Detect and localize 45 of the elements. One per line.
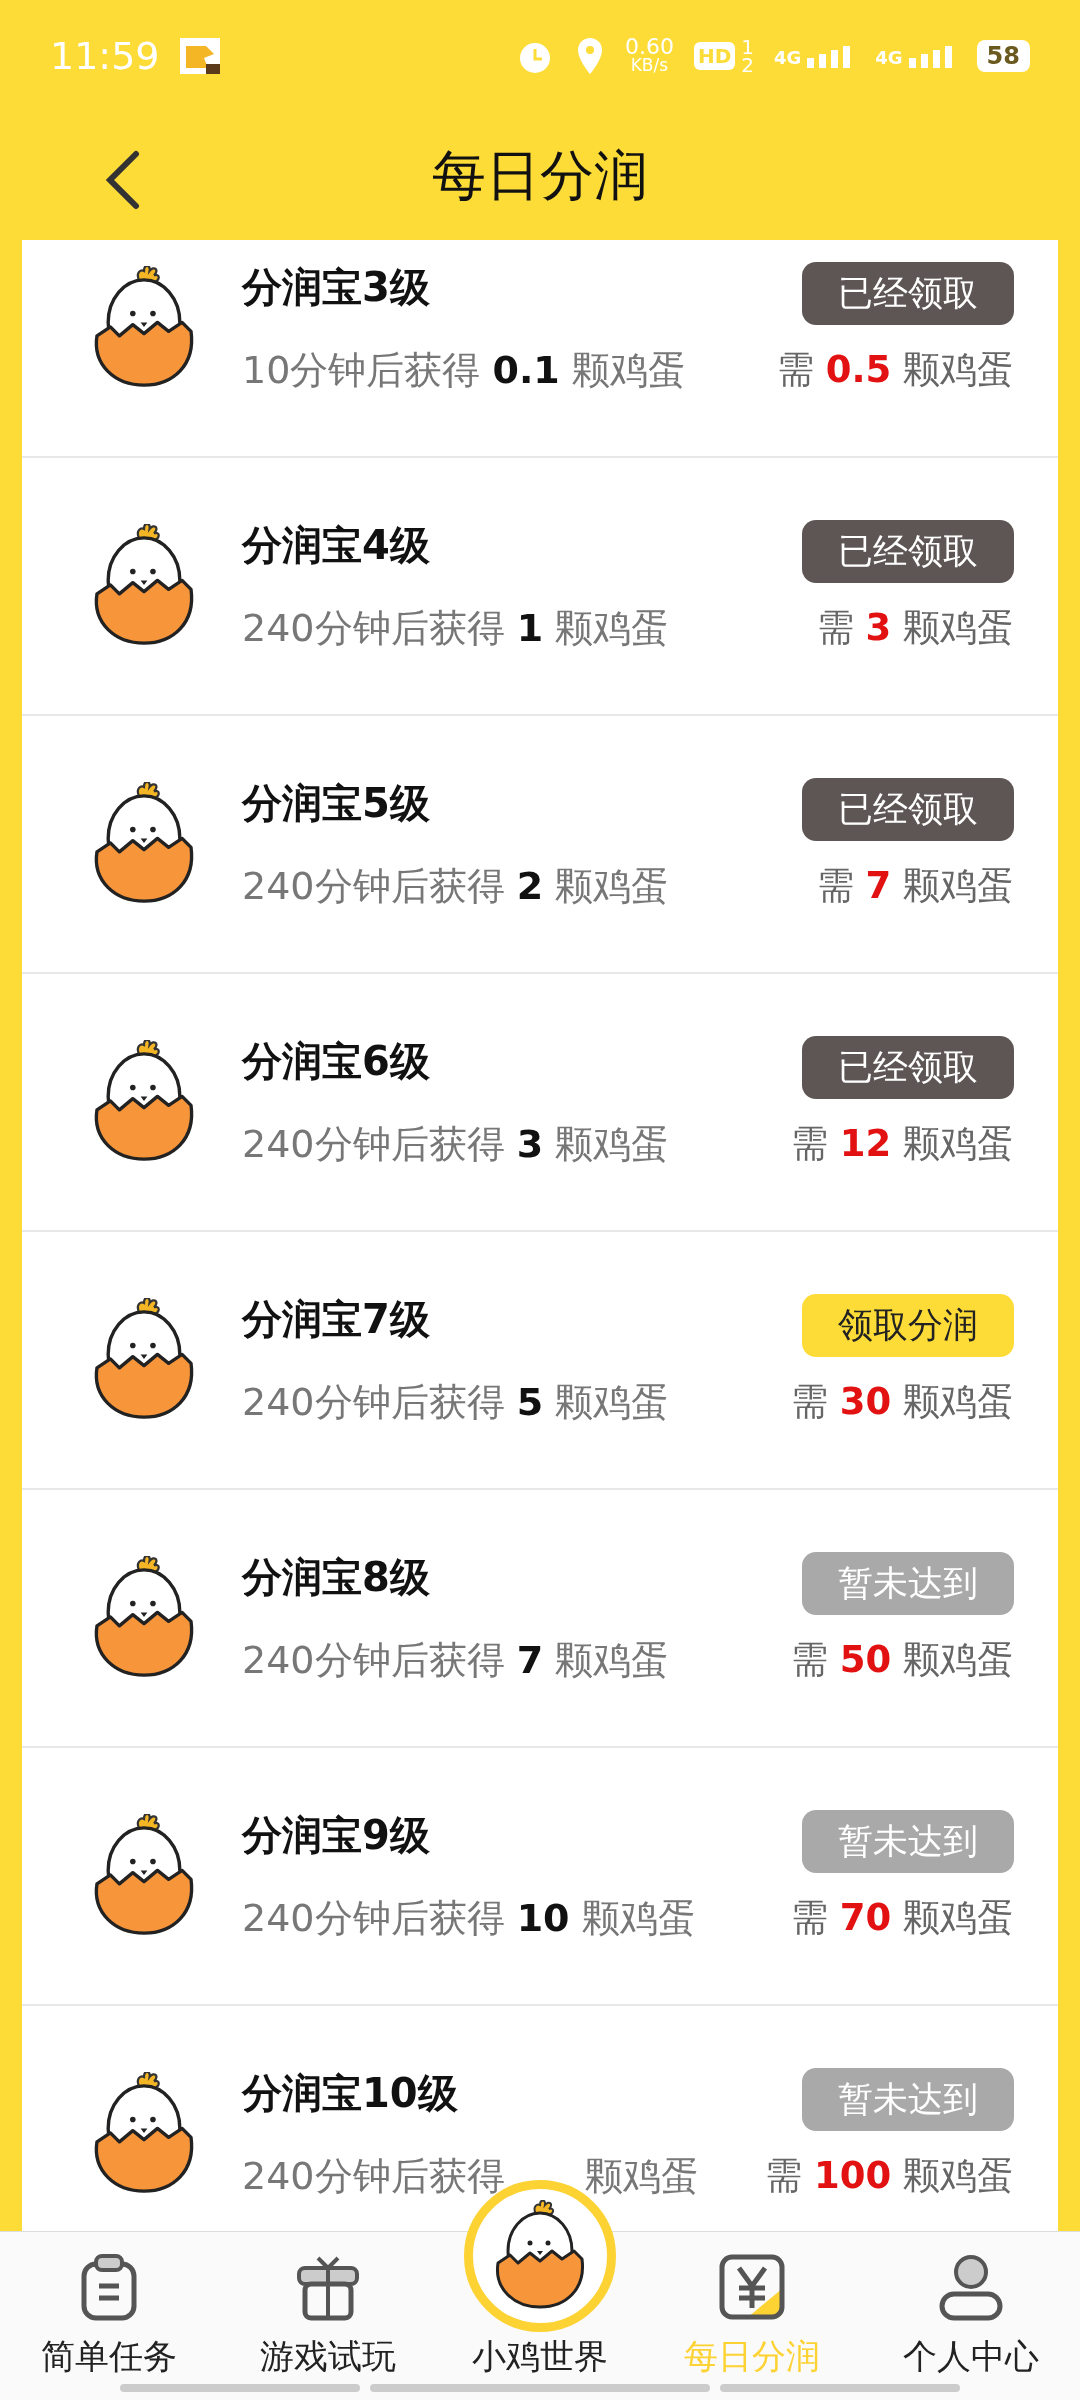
page-title: 每日分润 <box>432 142 648 209</box>
sim-number: 2 <box>741 56 754 74</box>
claim-button[interactable]: 领取分润 <box>802 1293 1014 1357</box>
reward-text: 10分钟后获得 0.1 颗鸡蛋 <box>242 347 687 394</box>
reward-text: 240分钟后获得 5 颗鸡蛋 <box>242 1379 671 1426</box>
requirement-text: 需 100 颗鸡蛋 <box>765 2152 1014 2199</box>
requirement-text: 需 0.5 颗鸡蛋 <box>776 346 1014 393</box>
claim-button[interactable]: 已经领取 <box>802 261 1014 325</box>
claim-button[interactable]: 已经领取 <box>802 777 1014 841</box>
reward-text: 颗鸡蛋 <box>584 2153 699 2200</box>
nav-tab[interactable]: 小鸡世界 <box>472 2334 608 2380</box>
reward-text: 240分钟后获得 2 颗鸡蛋 <box>242 863 671 910</box>
network-type: 4G <box>773 47 802 68</box>
status-time: 11:59 <box>50 34 160 78</box>
reward-text: 240分钟后获得 <box>242 2153 505 2200</box>
reward-text: 240分钟后获得 10 颗鸡蛋 <box>242 1895 697 1942</box>
claim-button[interactable]: 已经领取 <box>802 519 1014 583</box>
nav-tab[interactable]: 个人中心 <box>861 2232 1080 2400</box>
sim-number: 1 <box>741 38 754 56</box>
yuan-icon <box>717 2252 788 2322</box>
requirement-text: 需 30 颗鸡蛋 <box>790 1378 1014 1425</box>
level-title: 分润宝7级 <box>242 1295 431 1344</box>
speed-unit: KB/s <box>630 56 669 74</box>
hd-badge: HD <box>693 42 736 70</box>
requirement-text: 需 70 颗鸡蛋 <box>790 1894 1014 1941</box>
level-title: 分润宝3级 <box>242 263 431 312</box>
level-title: 分润宝8级 <box>242 1553 431 1602</box>
level-title: 分润宝6级 <box>242 1037 431 1086</box>
reward-text: 240分钟后获得 3 颗鸡蛋 <box>242 1121 671 1168</box>
claim-button[interactable]: 已经领取 <box>802 1035 1014 1099</box>
requirement-text: 需 3 颗鸡蛋 <box>816 604 1014 651</box>
reward-text: 240分钟后获得 7 颗鸡蛋 <box>242 1637 671 1684</box>
network-speed: 0.60 <box>624 38 674 56</box>
battery-level: 58 <box>976 40 1030 72</box>
level-title: 分润宝10级 <box>242 2069 459 2118</box>
level-title: 分润宝9级 <box>242 1811 431 1860</box>
nav-tab[interactable]: 简单任务 <box>0 2232 219 2400</box>
reward-text: 240分钟后获得 1 颗鸡蛋 <box>242 605 671 652</box>
level-title: 分润宝4级 <box>242 521 431 570</box>
requirement-text: 需 7 颗鸡蛋 <box>816 862 1014 909</box>
level-title: 分润宝5级 <box>242 779 431 828</box>
requirement-text: 需 12 颗鸡蛋 <box>790 1120 1014 1167</box>
app-notification-icon <box>179 38 220 74</box>
requirement-text: 需 50 颗鸡蛋 <box>790 1636 1014 1683</box>
network-type: 4G <box>875 47 903 68</box>
